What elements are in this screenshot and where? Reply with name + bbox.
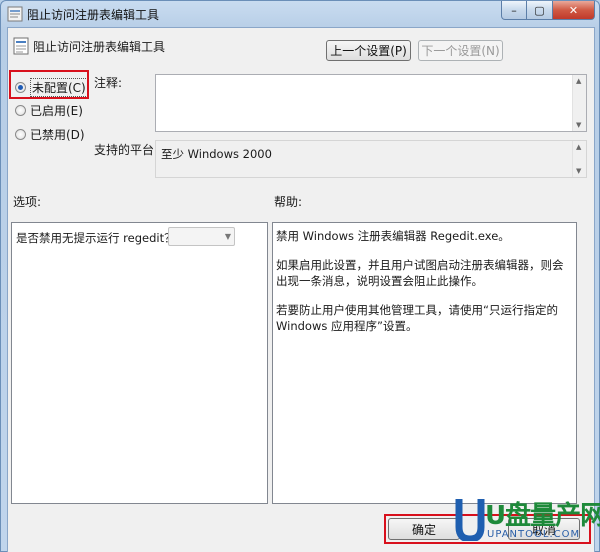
minimize-button[interactable]: – [501,1,527,20]
policy-document-icon [13,37,29,55]
maximize-icon: ▢ [534,3,545,17]
close-button[interactable]: ✕ [553,1,595,20]
chevron-down-icon: ▼ [224,232,231,241]
radio-unselected-icon [15,105,26,116]
comment-textarea[interactable]: ▲ ▼ [155,74,587,132]
radio-unselected-icon [15,129,26,140]
comment-label: 注释: [94,76,123,90]
watermark-url: UPANTOOL.COM [487,529,581,540]
help-paragraph: 禁用 Windows 注册表编辑器 Regedit.exe。 [276,229,510,243]
help-paragraph: 如果启用此设置，并且用户试图启动注册表编辑器，则会出现一条消息，说明设置会阻止此… [276,258,564,288]
scroll-down-icon[interactable]: ▼ [576,121,581,129]
platform-value: 至少 Windows 2000 [161,147,272,161]
dialog-window: 阻止访问注册表编辑工具 – ▢ ✕ 阻止访问注册表编辑工具 上一个设置(P) 下… [0,0,600,552]
radio-disabled[interactable]: 已禁用(D) [15,126,85,143]
scroll-up-icon[interactable]: ▲ [576,143,581,151]
regedit-combo[interactable]: ▼ [168,227,235,246]
platform-scrollbar[interactable]: ▲ ▼ [572,141,586,177]
options-question: 是否禁用无提示运行 regedit？ [16,231,176,245]
previous-setting-button[interactable]: 上一个设置(P) [326,40,411,61]
options-panel: 是否禁用无提示运行 regedit？ ▼ [11,222,268,504]
policy-settings-icon [7,6,23,22]
radio-enabled[interactable]: 已启用(E) [15,102,83,119]
comment-scrollbar[interactable]: ▲ ▼ [572,75,586,131]
options-label: 选项: [13,195,42,209]
radio-enabled-label: 已启用(E) [30,104,83,118]
radio-disabled-label: 已禁用(D) [30,128,85,142]
help-panel: 禁用 Windows 注册表编辑器 Regedit.exe。 如果启用此设置，并… [272,222,577,504]
watermark-text: U盘量产网 [485,501,600,531]
dialog-client-area: 阻止访问注册表编辑工具 上一个设置(P) 下一个设置(N) 未配置(C) 已启用… [7,27,595,552]
close-icon: ✕ [568,3,579,17]
window-title: 阻止访问注册表编辑工具 [27,8,160,22]
help-label: 帮助: [274,195,303,209]
platform-label: 支持的平台: [94,143,159,157]
highlight-frame [9,70,89,99]
scroll-up-icon[interactable]: ▲ [576,77,581,85]
watermark-logo-icon [455,499,485,541]
site-watermark: U盘量产网 UPANTOOL.COM [455,495,600,551]
next-setting-button[interactable]: 下一个设置(N) [418,40,503,61]
window-controls: – ▢ ✕ [501,1,595,20]
scroll-down-icon[interactable]: ▼ [576,167,581,175]
help-paragraph: 若要防止用户使用其他管理工具，请使用“只运行指定的 Windows 应用程序”设… [276,303,558,333]
policy-title: 阻止访问注册表编辑工具 [33,40,166,54]
maximize-button[interactable]: ▢ [527,1,553,20]
title-bar[interactable]: 阻止访问注册表编辑工具 – ▢ ✕ [1,1,600,27]
platform-field: 至少 Windows 2000 ▲ ▼ [155,140,587,178]
minimize-icon: – [511,3,517,17]
